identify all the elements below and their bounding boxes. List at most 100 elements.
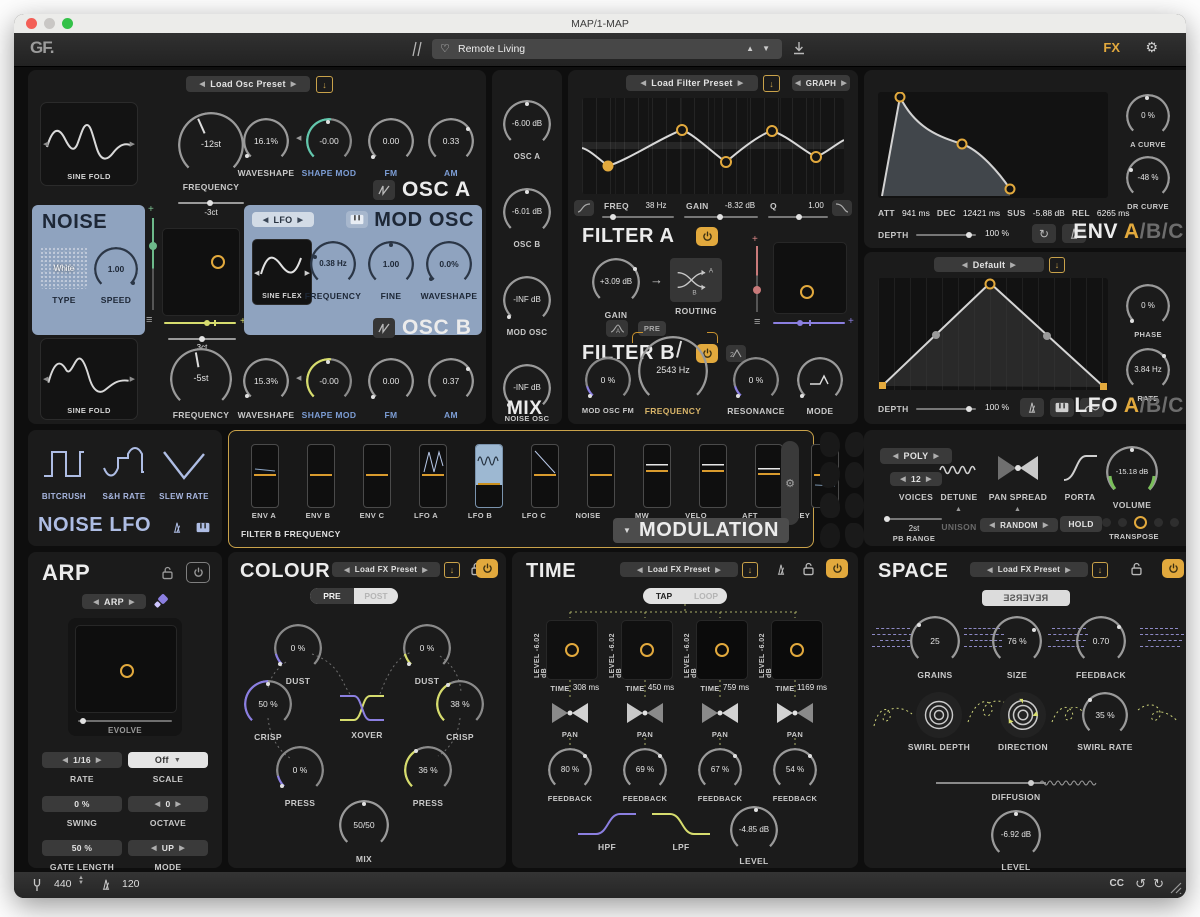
fx-page-button[interactable]: FX — [1103, 40, 1120, 55]
diffusion-slider[interactable] — [936, 778, 1097, 788]
next-arrow-icon[interactable]: ▶ — [1043, 521, 1049, 529]
colour-preset-save-icon[interactable]: ↓ — [444, 562, 460, 578]
link-arrow-icon[interactable]: ◀ — [296, 374, 301, 382]
arp-scale-select[interactable]: Off ▼ — [128, 752, 208, 768]
dust-left-knob[interactable]: 0 % — [274, 624, 322, 672]
space-preset-save-icon[interactable]: ↓ — [1092, 562, 1108, 578]
time-preset-selector[interactable]: ◀ Load FX Preset ▶ — [620, 562, 738, 577]
transpose-dot-active[interactable] — [1134, 516, 1147, 529]
filter-a-power-button[interactable] — [696, 227, 718, 246]
lfo-keytrack-piano-icon[interactable] — [1050, 398, 1074, 417]
transpose-dot[interactable] — [1102, 518, 1111, 527]
osc-mix-xy-pad[interactable] — [162, 228, 240, 316]
transpose-dot[interactable] — [1118, 518, 1127, 527]
osc-b-wave-display[interactable]: ◀ ▶ SINE FOLD — [40, 338, 138, 420]
filter-menu-icon[interactable]: ≡ — [754, 316, 760, 328]
preset-name[interactable]: Remote Living — [458, 43, 525, 55]
next-arrow-icon[interactable]: ▶ — [926, 475, 932, 483]
osc-b-fm-knob[interactable]: 0.00 — [368, 358, 414, 404]
mod-osc-keytrack-icon[interactable] — [346, 211, 368, 228]
close-window-button[interactable] — [26, 18, 37, 29]
tap3-feedback-knob[interactable]: 67 % — [698, 748, 742, 792]
arp-octave-selector[interactable]: ◀ 0 ▶ — [128, 796, 208, 812]
mod-slot-env-c[interactable] — [363, 444, 391, 508]
next-arrow-icon[interactable]: ▶ — [291, 80, 297, 88]
prev-arrow-icon[interactable]: ◀ — [987, 566, 993, 574]
att-value[interactable]: 941 ms — [902, 208, 930, 218]
mod-osc-wave-display[interactable]: ◀ ▶ SINE FLEX — [252, 239, 312, 305]
filter-view-selector[interactable]: ◀ GRAPH ▶ — [792, 75, 850, 91]
mod-osc-fine-knob[interactable]: 1.00 — [368, 241, 414, 287]
link-arrow-icon[interactable]: ◀ — [296, 134, 301, 142]
wave-prev-icon[interactable]: ◀ — [254, 269, 259, 277]
prev-arrow-icon[interactable]: ◀ — [893, 452, 899, 460]
size-knob[interactable]: 76 % — [992, 616, 1042, 666]
band-gain-slider[interactable] — [684, 214, 758, 220]
time-lock-icon[interactable] — [798, 560, 818, 578]
next-arrow-icon[interactable]: ▶ — [1065, 566, 1071, 574]
wave-next-icon[interactable]: ▶ — [130, 375, 135, 383]
lfo-sync-metronome-icon[interactable] — [1020, 398, 1044, 417]
env-a-curve-knob[interactable]: 0 % — [1126, 94, 1170, 138]
osc-a-shape-mod-knob[interactable]: -0.00 — [306, 118, 352, 164]
mod-slot-mw[interactable] — [643, 444, 671, 508]
transpose-dot[interactable] — [1154, 518, 1163, 527]
preset-field[interactable]: ♡ Remote Living ▲ ▼ — [432, 39, 782, 59]
arp-sparkle-icon[interactable] — [153, 593, 172, 610]
arp-swing-field[interactable]: 0 % — [42, 796, 122, 812]
env-dr-curve-knob[interactable]: -48 % — [1126, 156, 1170, 200]
settings-gear-icon[interactable]: ⚙ — [1145, 39, 1158, 56]
mod-settings-strip[interactable]: ⚙ — [781, 441, 799, 525]
mix-menu-icon[interactable]: ≡ — [146, 314, 152, 326]
filter-routing-selector[interactable]: AB — [670, 258, 722, 302]
tap-loop-toggle[interactable]: TAP LOOP — [643, 588, 727, 604]
colour-power-button[interactable] — [476, 559, 498, 578]
arp-type-selector[interactable]: ◀ ARP ▶ — [82, 594, 146, 609]
colour-preset-selector[interactable]: ◀ Load FX Preset ▶ — [332, 562, 440, 577]
detune-wave-icon[interactable] — [938, 460, 980, 476]
lfo-tabs-bc[interactable]: /B/C — [1140, 394, 1184, 417]
tap3-xy-pad[interactable] — [696, 620, 748, 680]
tap2-cursor[interactable] — [640, 643, 654, 657]
noise-type-display[interactable]: White — [40, 247, 88, 289]
pb-range-slider[interactable] — [884, 516, 942, 522]
tap4-cursor[interactable] — [790, 643, 804, 657]
next-arrow-icon[interactable]: ▶ — [129, 598, 135, 606]
favorite-heart-icon[interactable]: ♡ — [440, 42, 450, 55]
tap4-feedback-knob[interactable]: 54 % — [773, 748, 817, 792]
tap3-pan-icon[interactable] — [700, 700, 740, 726]
env-loop-icon[interactable]: ↻ — [1032, 224, 1056, 243]
wave-prev-icon[interactable]: ◀ — [43, 375, 48, 383]
filter-b-mod-osc-fm-knob[interactable]: 0 % — [585, 357, 631, 403]
osc-a-frequency-knob[interactable]: -12st — [178, 112, 244, 178]
band-q-slider[interactable] — [768, 214, 828, 220]
pan-mode-selector[interactable]: ◀ RANDOM ▶ — [980, 518, 1058, 532]
lfo-phase-knob[interactable]: 0 % — [1126, 284, 1170, 328]
filter-b-mode-knob[interactable] — [797, 357, 843, 403]
mod-slot-lfo-c[interactable] — [531, 444, 559, 508]
tap1-time-value[interactable]: 308 ms — [573, 683, 599, 692]
osc-b-shape-mod-knob[interactable]: -0.00 — [306, 358, 352, 404]
lfo-depth-slider[interactable] — [916, 406, 976, 412]
mod-osc-source-selector[interactable]: ◀ LFO ▶ — [252, 212, 314, 227]
space-level-knob[interactable]: -6.92 dB — [991, 810, 1041, 860]
dust-right-knob[interactable]: 0 % — [403, 624, 451, 672]
filter-preset-selector[interactable]: ◀ Load Filter Preset ▶ — [626, 75, 758, 91]
next-arrow-icon[interactable]: ▶ — [297, 216, 303, 224]
next-arrow-icon[interactable]: ▶ — [933, 452, 939, 460]
preset-next-icon[interactable]: ▼ — [762, 44, 770, 53]
osc-b-wave-icon[interactable] — [373, 318, 395, 338]
lfo-preset-save-icon[interactable]: ↓ — [1049, 257, 1065, 273]
pre-option[interactable]: PRE — [310, 588, 354, 604]
tap4-pan-icon[interactable] — [775, 700, 815, 726]
filter-pan-handle[interactable] — [753, 286, 761, 294]
tap1-pan-icon[interactable] — [550, 700, 590, 726]
tap3-time-value[interactable]: 759 ms — [723, 683, 749, 692]
transpose-dots[interactable] — [1102, 516, 1179, 529]
zoom-window-button[interactable] — [62, 18, 73, 29]
post-option[interactable]: POST — [354, 588, 398, 604]
env-graph[interactable] — [878, 92, 1108, 198]
mod-slot-env-a[interactable] — [251, 444, 279, 508]
minimize-window-button[interactable] — [44, 18, 55, 29]
porta-curve-icon[interactable] — [1060, 452, 1100, 484]
